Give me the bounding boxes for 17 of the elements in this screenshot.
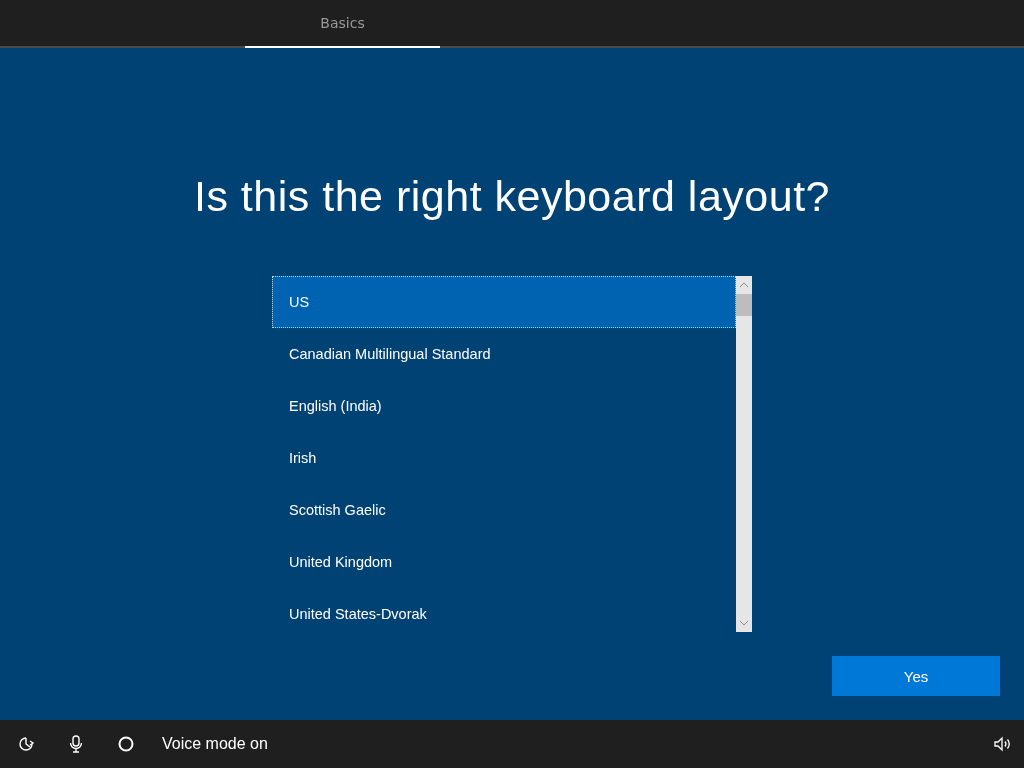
layout-option[interactable]: English (India) [272, 380, 736, 432]
circle-icon[interactable] [116, 734, 136, 754]
layout-option[interactable]: US [272, 276, 736, 328]
layout-option[interactable]: Canadian Multilingual Standard [272, 328, 736, 380]
layout-option[interactable]: United Kingdom [272, 536, 736, 588]
accessibility-icon[interactable] [16, 734, 36, 754]
scroll-thumb[interactable] [736, 294, 752, 316]
speaker-icon[interactable] [992, 734, 1012, 754]
scrollbar[interactable] [736, 276, 752, 632]
scroll-up-icon[interactable] [739, 282, 749, 288]
voice-mode-status: Voice mode on [162, 735, 268, 753]
page-title: Is this the right keyboard layout? [193, 172, 831, 222]
layout-option[interactable]: Scottish Gaelic [272, 484, 736, 536]
yes-button[interactable]: Yes [832, 656, 1000, 696]
layout-option[interactable]: United States-Dvorak [272, 588, 736, 640]
scroll-down-icon[interactable] [739, 620, 749, 626]
layout-option[interactable]: Irish [272, 432, 736, 484]
